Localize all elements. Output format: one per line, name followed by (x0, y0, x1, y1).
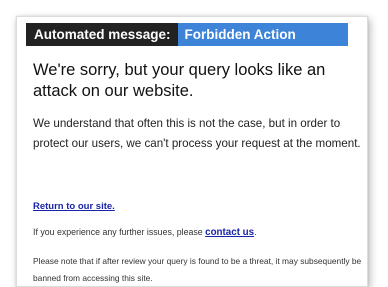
page-background: Automated message: Forbidden Action We'r… (0, 0, 388, 287)
issues-text: If you experience any further issues, pl… (33, 227, 206, 237)
header-label: Automated message: (26, 23, 178, 46)
header-title: Forbidden Action (177, 23, 348, 46)
threat-note: Please note that if after review your qu… (33, 256, 362, 283)
intro-paragraph: We understand that often this is not the… (33, 117, 361, 150)
page-title: We're sorry, but your query looks like a… (33, 61, 326, 100)
message-header: Automated message: Forbidden Action (26, 23, 348, 46)
contact-us-link[interactable]: contact us (205, 227, 254, 238)
issues-paragraph: If you experience any further issues, pl… (33, 226, 257, 239)
issues-suffix: . (254, 227, 257, 237)
message-card: Automated message: Forbidden Action We'r… (16, 16, 368, 287)
return-to-site-link[interactable]: Return to our site. (33, 201, 115, 212)
